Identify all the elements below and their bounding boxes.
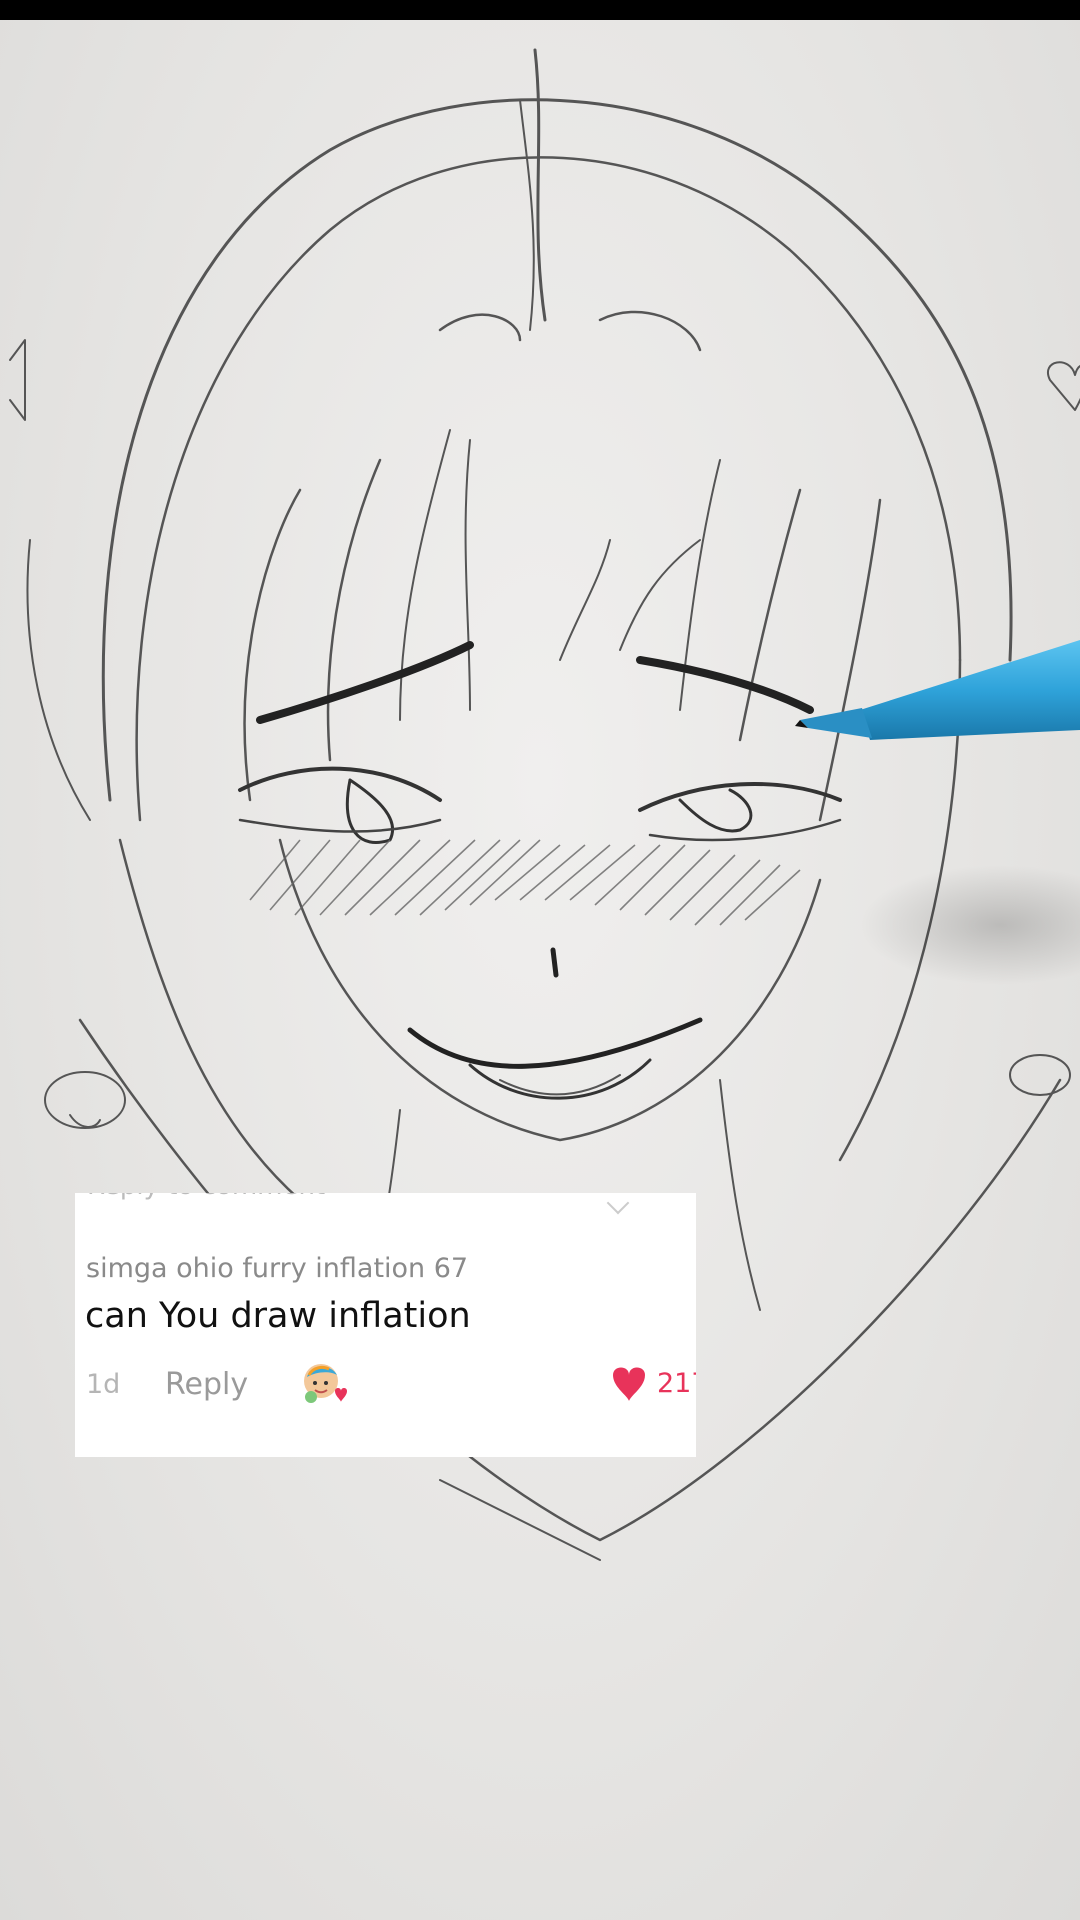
- comment-reply-card: Reply to comment simga ohio furry inflat…: [75, 1193, 696, 1457]
- creator-liked-badge-icon: [304, 1364, 347, 1403]
- status-bar: [0, 0, 1080, 20]
- chevron-down-icon: [606, 1193, 630, 1215]
- like-count: 217: [657, 1368, 696, 1399]
- faded-reply-header: Reply to comment: [87, 1193, 325, 1201]
- comment-meta-row: 1d Reply 217: [75, 1361, 696, 1407]
- pencil-sketch-drawing: [9, 48, 1080, 1561]
- comment-text: can You draw inflation: [85, 1296, 471, 1336]
- reply-button[interactable]: Reply: [165, 1367, 248, 1402]
- comment-username[interactable]: simga ohio furry inflation 67: [86, 1253, 468, 1284]
- blue-pen: [795, 640, 1080, 740]
- heart-icon[interactable]: [605, 1363, 665, 1403]
- comment-timestamp: 1d: [86, 1369, 121, 1400]
- video-player[interactable]: [0, 20, 1080, 1920]
